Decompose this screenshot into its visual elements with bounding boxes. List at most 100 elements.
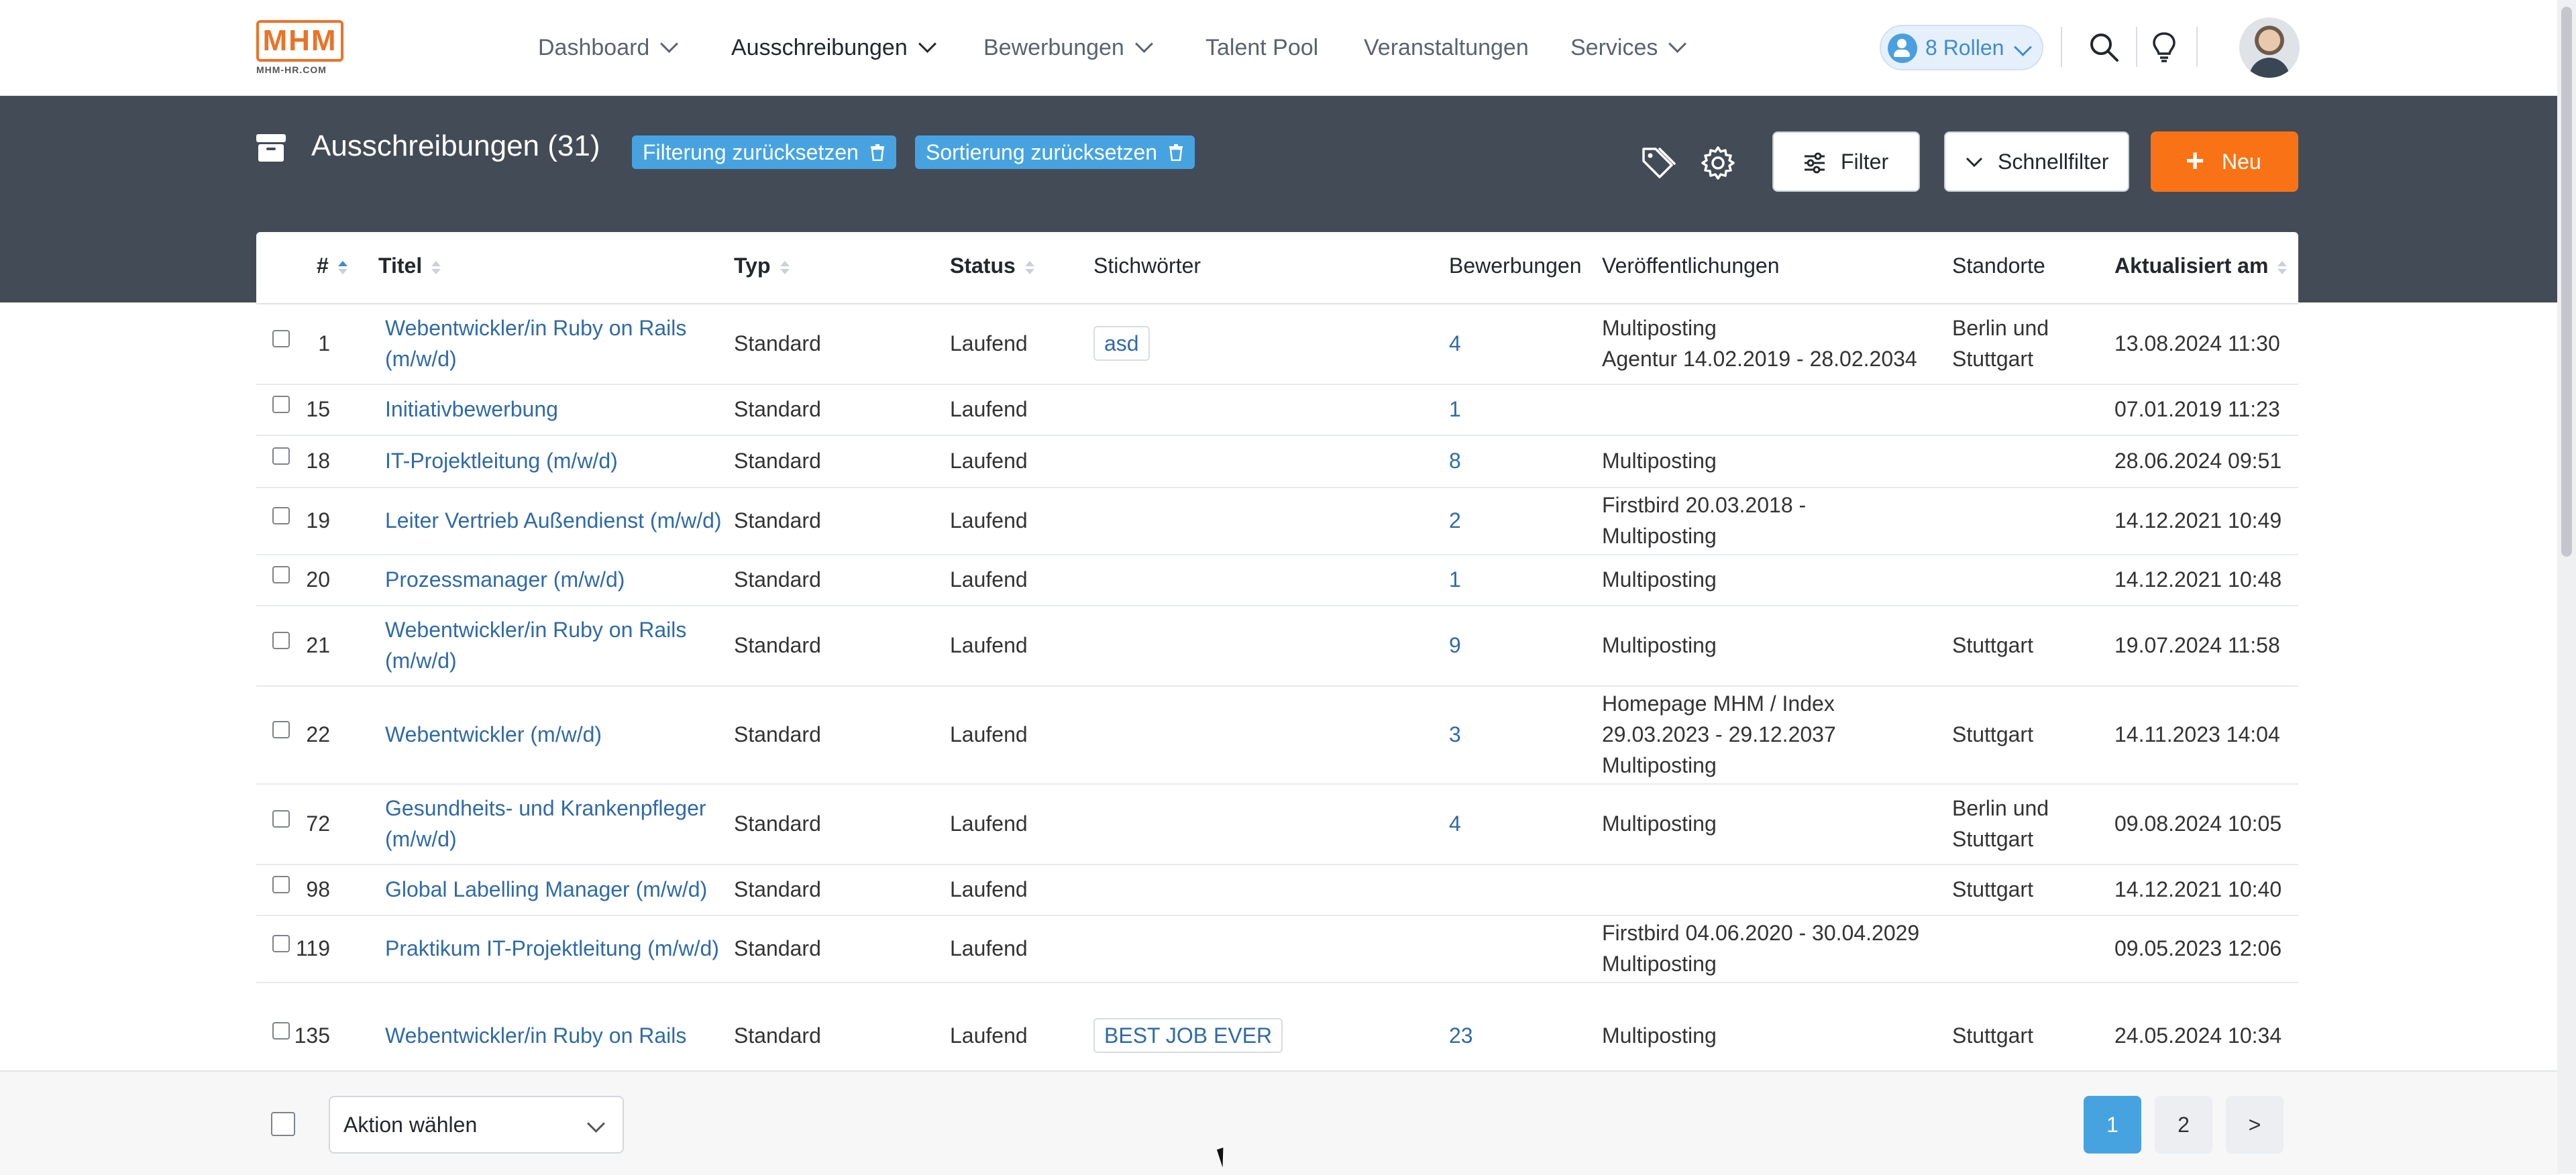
filter-button[interactable]: Filter: [1772, 131, 1920, 192]
search-icon[interactable]: [2088, 31, 2120, 63]
roles-label: 8 Rollen: [1925, 36, 2004, 60]
nav-services[interactable]: Services: [1570, 32, 1687, 63]
applications-count-link[interactable]: 4: [1449, 808, 1461, 839]
user-roles-icon: [1888, 34, 1917, 63]
job-title-link[interactable]: Webentwickler/in Ruby on Rails: [385, 1020, 734, 1051]
row-updated-at: 14.11.2023 14:04: [2114, 722, 2280, 746]
table-row[interactable]: 18 IT-Projektleitung (m/w/d) Standard Laufe…: [256, 435, 2298, 488]
row-status: Laufend: [950, 567, 1028, 592]
sort-icon: [1024, 261, 1034, 274]
nav-talent-pool[interactable]: Talent Pool: [1205, 32, 1318, 63]
table-row[interactable]: 21 Webentwickler/in Ruby on Rails (m/w/d) S…: [256, 605, 2298, 687]
applications-count-link[interactable]: 2: [1449, 505, 1461, 536]
row-updated-at: 09.05.2023 12:06: [2114, 936, 2282, 960]
nav-veranstaltungen[interactable]: Veranstaltungen: [1364, 32, 1529, 63]
settings-gear-icon[interactable]: [1700, 145, 1736, 181]
job-title-link[interactable]: IT-Projektleitung (m/w/d): [385, 445, 734, 476]
roles-dropdown[interactable]: 8 Rollen: [1880, 25, 2043, 70]
row-checkbox[interactable]: [272, 507, 290, 524]
column-header-bewerbungen: Bewerbungen: [1449, 254, 1582, 278]
row-checkbox[interactable]: [272, 876, 290, 893]
applications-count-link[interactable]: 23: [1449, 1020, 1473, 1051]
reset-sort-button[interactable]: Sortierung zurücksetzen: [915, 135, 1195, 169]
applications-count-link[interactable]: 1: [1449, 564, 1461, 595]
column-header-aktualisiert[interactable]: Aktualisiert am: [2114, 254, 2288, 278]
table-row[interactable]: 98 Global Labelling Manager (m/w/d) Standa…: [256, 864, 2298, 916]
select-all-checkbox[interactable]: [271, 1112, 295, 1136]
nav-ausschreibungen-label: Ausschreibungen: [731, 35, 908, 60]
job-title-link[interactable]: Initiativbewerbung: [385, 394, 734, 425]
new-button[interactable]: + Neu: [2151, 131, 2298, 192]
company-logo[interactable]: MHM MHM-HR.COM: [256, 20, 347, 78]
user-avatar[interactable]: [2239, 17, 2300, 78]
column-header-titel[interactable]: Titel: [378, 254, 441, 278]
job-title-link[interactable]: Prozessmanager (m/w/d): [385, 564, 734, 595]
job-title-link[interactable]: Leiter Vertrieb Außendienst (m/w/d): [385, 505, 734, 536]
table-row[interactable]: 135 Webentwickler/in Ruby on Rails Standar…: [256, 982, 2298, 1070]
sort-ascending-icon: [337, 261, 347, 274]
row-typ: Standard: [734, 633, 821, 657]
location-line: Berlin und: [1952, 796, 2049, 820]
pagination-page-1[interactable]: 1: [2084, 1096, 2141, 1154]
row-status: Laufend: [950, 633, 1028, 657]
job-title-line: Prozessmanager (m/w/d): [385, 567, 625, 592]
tags-icon[interactable]: [1641, 145, 1677, 181]
job-title-link[interactable]: Global Labelling Manager (m/w/d): [385, 874, 734, 905]
row-id: 15: [306, 397, 330, 421]
job-title-link[interactable]: Webentwickler/in Ruby on Rails (m/w/d): [385, 313, 734, 374]
quickfilter-button[interactable]: Schnellfilter: [1944, 131, 2129, 192]
publications: Multiposting: [1602, 808, 1944, 839]
nav-bewerbungen[interactable]: Bewerbungen: [983, 32, 1153, 63]
locations: Stuttgart: [1952, 630, 2100, 661]
keyword-tag[interactable]: asd: [1093, 326, 1150, 361]
logo-subtitle: MHM-HR.COM: [256, 64, 327, 75]
row-status: Laufend: [950, 722, 1028, 746]
row-checkbox[interactable]: [272, 330, 290, 347]
nav-ausschreibungen[interactable]: Ausschreibungen: [731, 32, 936, 63]
column-header-id[interactable]: #: [317, 254, 347, 278]
table-row[interactable]: 15 Initiativbewerbung Standard Laufend 1 07.0…: [256, 384, 2298, 436]
row-checkbox[interactable]: [272, 447, 290, 465]
table-row[interactable]: 119 Praktikum IT-Projektleitung (m/w/d) St…: [256, 915, 2298, 983]
job-title-link[interactable]: Gesundheits- und Krankenpfleger (m/w/d): [385, 793, 734, 854]
vertical-scrollbar[interactable]: [2557, 0, 2576, 1174]
applications-count-link[interactable]: 8: [1449, 445, 1461, 476]
job-title-link[interactable]: Webentwickler (m/w/d): [385, 719, 734, 750]
column-header-typ[interactable]: Typ: [734, 254, 790, 278]
row-checkbox[interactable]: [272, 1022, 290, 1040]
row-id: 22: [306, 722, 330, 746]
pagination-next[interactable]: >: [2226, 1096, 2284, 1154]
row-checkbox[interactable]: [272, 632, 290, 649]
table-row[interactable]: 19 Leiter Vertrieb Außendienst (m/w/d) Sta…: [256, 487, 2298, 555]
row-checkbox[interactable]: [272, 396, 290, 413]
publication-line: Multiposting: [1602, 1023, 1717, 1048]
row-updated-at: 09.08.2024 10:05: [2114, 812, 2282, 836]
job-title-link[interactable]: Praktikum IT-Projektleitung (m/w/d): [385, 933, 734, 964]
row-checkbox[interactable]: [272, 721, 290, 738]
job-title-link[interactable]: Webentwickler/in Ruby on Rails (m/w/d): [385, 614, 734, 676]
table-row[interactable]: 1 Webentwickler/in Ruby on Rails (m/w/d) St…: [256, 303, 2298, 385]
applications-count-link[interactable]: 9: [1449, 630, 1461, 661]
row-checkbox[interactable]: [272, 566, 290, 583]
keyword-tag[interactable]: BEST JOB EVER: [1093, 1018, 1283, 1053]
scrollbar-thumb[interactable]: [2561, 7, 2572, 557]
reset-filter-button[interactable]: Filterung zurücksetzen: [632, 135, 896, 169]
applications-count-link[interactable]: 3: [1449, 719, 1461, 750]
publications: Firstbird 20.03.2018 - Multiposting: [1602, 490, 1944, 551]
table-row[interactable]: 20 Prozessmanager (m/w/d) Standard Laufend 1…: [256, 554, 2298, 606]
action-select[interactable]: Aktion wählen: [329, 1096, 624, 1154]
applications-count-link[interactable]: 4: [1449, 328, 1461, 359]
nav-dashboard[interactable]: Dashboard: [538, 32, 679, 63]
row-status: Laufend: [950, 331, 1028, 355]
chevron-down-icon: [2014, 38, 2032, 56]
pagination-page-2[interactable]: 2: [2155, 1096, 2212, 1154]
table-row[interactable]: 22 Webentwickler (m/w/d) Standard Laufend 3 H…: [256, 685, 2298, 785]
column-header-status[interactable]: Status: [950, 254, 1034, 278]
lightbulb-icon[interactable]: [2148, 31, 2180, 63]
applications-count-link[interactable]: 1: [1449, 394, 1461, 425]
row-checkbox[interactable]: [272, 935, 290, 952]
table-row[interactable]: 72 Gesundheits- und Krankenpfleger (m/w/d)…: [256, 783, 2298, 865]
row-id: 119: [295, 936, 330, 960]
row-checkbox[interactable]: [272, 810, 290, 828]
location-line: Stuttgart: [1952, 827, 2033, 851]
